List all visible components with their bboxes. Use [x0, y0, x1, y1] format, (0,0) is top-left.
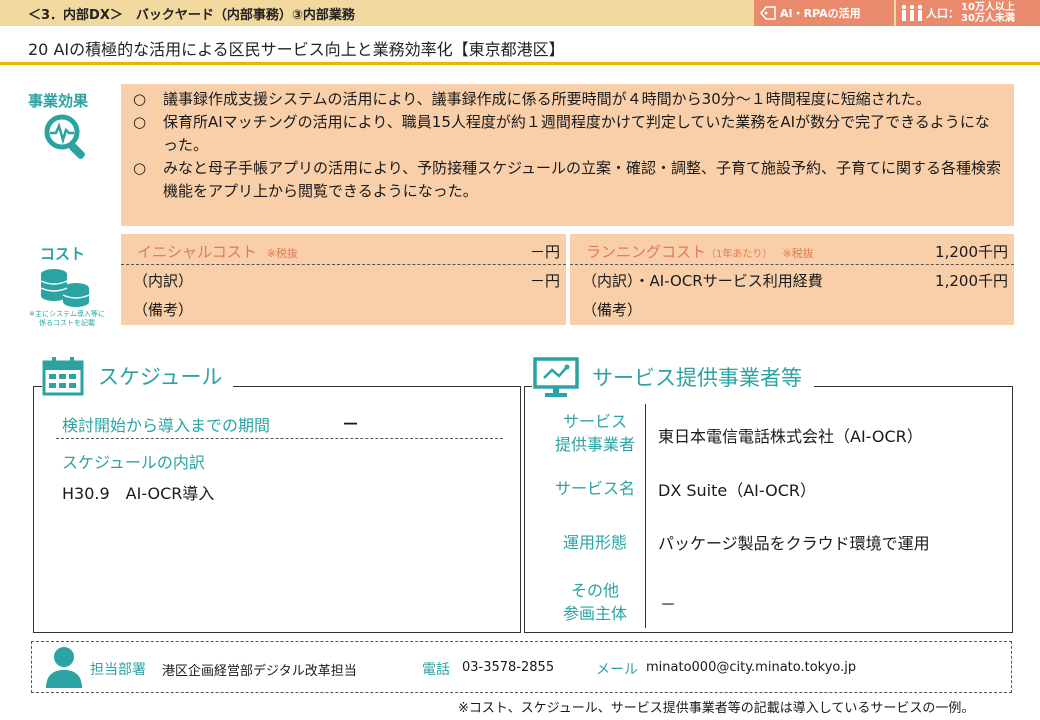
running-breakdown-value: 1,200千円: [935, 272, 1008, 290]
page-title: 20 AIの積極的な活用による区民サービス向上と業務効率化【東京都港区】: [28, 40, 565, 59]
service-heading: サービス提供事業者等: [592, 362, 802, 392]
population-label: 人口：: [926, 7, 959, 20]
initial-cost-value: －円: [529, 243, 560, 261]
period-label: 検討開始から導入までの期間: [62, 416, 271, 435]
initial-breakdown-value: －円: [529, 272, 560, 290]
service-header: サービス提供事業者等: [532, 356, 814, 398]
population-range-min: 10万人以上: [961, 2, 1015, 13]
running-cost-value: 1,200千円: [935, 243, 1008, 261]
effect-text: みなと母子手帳アプリの活用により、予防接種スケジュールの立案・確認・調整、子育て…: [163, 159, 1002, 200]
per-year-note: （1年あたり）: [706, 249, 773, 260]
tax-excluded-note: ※税抜: [266, 247, 298, 260]
other-party-value: －: [660, 595, 677, 614]
schedule-header: スケジュール: [42, 356, 233, 396]
title-divider: [0, 62, 1040, 65]
service-name-value: DX Suite（AI-OCR）: [658, 481, 816, 500]
service-provider-label: サービス 提供事業者: [540, 410, 650, 456]
other-party-label: その他 参画主体: [540, 579, 650, 625]
people-icon: [901, 4, 923, 21]
section-breadcrumb: ＜3．内部DX＞ バックヤード（内部事務）③内部業務: [28, 8, 355, 23]
other-party-label-line1: その他: [570, 581, 619, 600]
initial-cost-heading: イニシャルコスト: [137, 243, 257, 261]
cost-note: ※主にシステム導入等に係るコストを記載: [29, 310, 105, 327]
operation-mode-value: パッケージ製品をクラウド環境で運用: [658, 534, 930, 553]
ai-rpa-tag: AI・RPAの活用: [754, 0, 894, 26]
ai-rpa-tag-label: AI・RPAの活用: [780, 7, 861, 20]
cost-label: コスト: [40, 245, 86, 263]
service-provider-label-line2: 提供事業者: [554, 435, 635, 454]
bullet-circle: ○: [133, 159, 147, 177]
tax-excluded-note: ※税抜: [782, 247, 814, 260]
service-provider-label-line1: サービス: [562, 412, 627, 431]
effect-item: ○ 保育所AIマッチングの活用により、職員15人程度が約１週間程度かけて判定してい…: [133, 111, 1002, 157]
service-name-label: サービス名: [554, 479, 635, 498]
bullet-circle: ○: [133, 90, 147, 108]
footnote: ※コスト、スケジュール、サービス提供事業者等の記載は導入しているサービスの一例。: [458, 701, 975, 716]
person-icon: [44, 646, 84, 692]
schedule-divider: [56, 438, 503, 439]
effect-item: ○ みなと母子手帳アプリの活用により、予防接種スケジュールの立案・確認・調整、子育…: [133, 157, 1002, 203]
email-value[interactable]: minato000@city.minato.tokyo.jp: [646, 660, 856, 675]
effect-panel: ○ 議事録作成支援システムの活用により、議事録作成に係る所要時間が４時間から30分…: [121, 84, 1014, 226]
period-value: －: [342, 415, 359, 435]
running-breakdown-label: （内訳）: [582, 272, 635, 290]
magnifier-chart-icon: [42, 112, 92, 164]
phone-label: 電話: [422, 662, 450, 678]
coins-icon: [38, 266, 92, 314]
effect-text: 議事録作成支援システムの活用により、議事録作成に係る所要時間が４時間から30分～…: [163, 90, 931, 108]
running-breakdown-item: ・AI-OCRサービス利用経費: [634, 272, 823, 290]
service-provider-value: 東日本電信電話株式会社（AI-OCR）: [658, 427, 923, 446]
population-tag: 人口： 10万人以上 30万人未満: [896, 0, 1040, 26]
running-remarks-label: （備考）: [582, 301, 643, 319]
effect-item: ○ 議事録作成支援システムの活用により、議事録作成に係る所要時間が４時間から30分…: [133, 88, 1002, 111]
other-party-label-line2: 参画主体: [562, 604, 627, 623]
initial-cost-panel: イニシャルコスト ※税抜 －円 （内訳） －円 （備考）: [121, 234, 566, 325]
department-value: 港区企画経営部デジタル改革担当: [162, 664, 357, 679]
running-cost-panel: ランニングコスト（1年あたり） ※税抜 1,200千円 （内訳）・AI-OCRサー…: [570, 234, 1014, 325]
operation-mode-label: 運用形態: [562, 533, 627, 552]
running-cost-heading: ランニングコスト: [586, 243, 707, 261]
effect-text: 保育所AIマッチングの活用により、職員15人程度が約１週間程度かけて判定していた…: [163, 113, 990, 154]
schedule-heading: スケジュール: [98, 361, 223, 391]
tag-icon: [760, 6, 776, 20]
initial-breakdown-label: （内訳）: [133, 272, 194, 290]
population-range-max: 30万人未満: [961, 13, 1015, 24]
department-label: 担当部署: [90, 662, 146, 678]
schedule-breakdown-label: スケジュールの内訳: [62, 453, 205, 472]
schedule-item: H30.9 AI-OCR導入: [62, 484, 215, 503]
monitor-icon: [533, 357, 579, 397]
email-label: メール: [596, 662, 638, 678]
bullet-circle: ○: [133, 113, 147, 131]
initial-remarks-label: （備考）: [133, 301, 194, 319]
effect-label: 事業効果: [28, 92, 89, 110]
calendar-icon: [42, 357, 84, 396]
phone-value: 03-3578-2855: [462, 660, 555, 675]
